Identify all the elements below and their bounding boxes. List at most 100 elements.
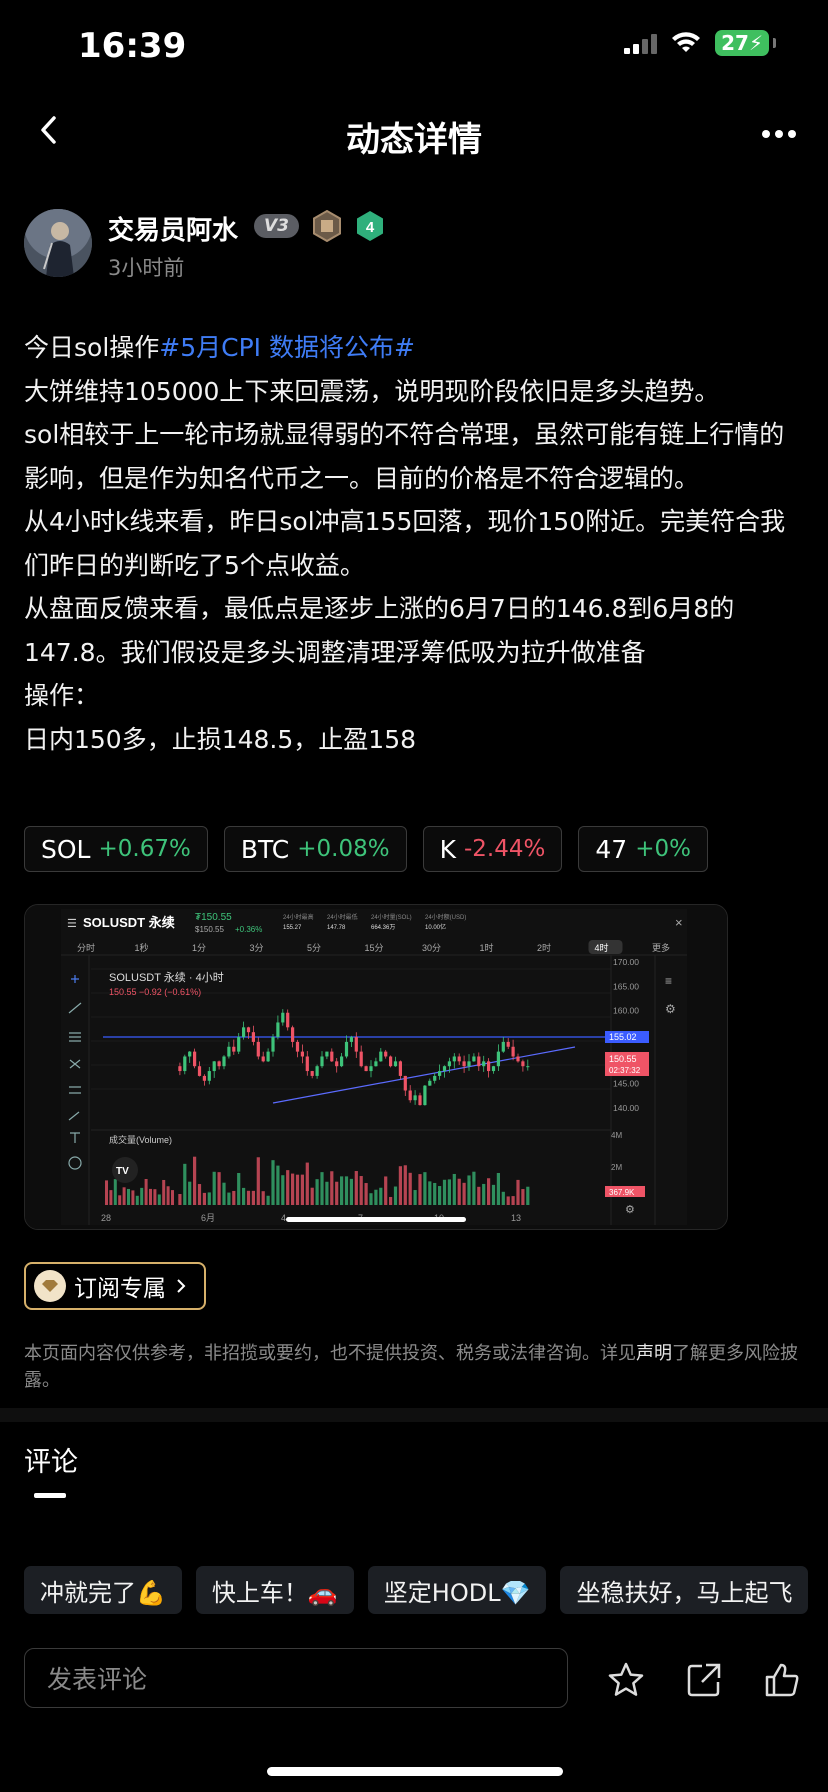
vip-badge: V3 — [254, 214, 299, 238]
volume-bar — [183, 1163, 187, 1205]
subscribe-label: 订阅专属 — [74, 1276, 166, 1302]
candle-body — [335, 1061, 339, 1067]
battery-icon: 27 ⚡ — [715, 30, 769, 56]
candle-body — [330, 1051, 334, 1062]
volume-bar — [354, 1171, 358, 1205]
y-tick-label: 165.00 — [613, 981, 639, 991]
volume-bar — [118, 1195, 122, 1205]
volume-bar — [197, 1184, 202, 1205]
ticker-chip-sol[interactable]: SOL +0.67% — [24, 826, 208, 872]
candle-body — [232, 1046, 236, 1052]
volume-bar — [364, 1183, 368, 1205]
volume-bar — [452, 1173, 456, 1205]
candle-body — [364, 1066, 368, 1072]
volume-bar — [325, 1181, 329, 1205]
quick-reply[interactable]: 冲就完了💪 — [24, 1566, 182, 1614]
y-tick-label: 160.00 — [613, 1006, 639, 1016]
candle-body — [491, 1066, 496, 1072]
volume-bar — [379, 1187, 383, 1205]
thumbs-up-icon[interactable] — [762, 1660, 802, 1700]
candle-body — [501, 1041, 505, 1052]
disclaimer-link[interactable]: 声明 — [636, 1343, 672, 1364]
star-icon[interactable] — [606, 1660, 646, 1700]
candle-body — [227, 1046, 231, 1057]
tab-underline — [34, 1493, 66, 1498]
volume-bar — [320, 1172, 324, 1205]
candle-body — [447, 1061, 451, 1067]
volume-bar — [157, 1194, 161, 1205]
ticker-change: +0.08% — [297, 836, 390, 862]
candle-body — [496, 1051, 500, 1067]
topic-link[interactable]: #5月CPI 数据将公布# — [159, 333, 415, 362]
candle-body — [457, 1056, 461, 1062]
share-icon[interactable] — [684, 1660, 724, 1700]
comments-tab[interactable]: 评论 — [24, 1440, 78, 1479]
post-paragraph: 日内150多，止损148.5，止盈158 — [24, 724, 417, 754]
x-tick-label: 6月 — [201, 1213, 215, 1223]
candle-body — [521, 1061, 525, 1067]
candle-body — [202, 1075, 206, 1081]
candle-body — [487, 1061, 491, 1072]
volume-bar — [105, 1180, 108, 1205]
volume-bar — [222, 1182, 226, 1205]
candle-body — [178, 1066, 182, 1072]
candle-body — [315, 1066, 319, 1076]
quick-replies: 冲就完了💪 快上车！🚗 坚定HODL💎 坐稳扶好，马上起飞 — [24, 1566, 809, 1614]
volume-bar — [438, 1186, 442, 1205]
candle-body — [359, 1051, 363, 1067]
volume-bar — [491, 1184, 496, 1205]
volume-bar — [276, 1165, 280, 1205]
volume-bar — [153, 1189, 157, 1205]
volume-bar — [403, 1165, 407, 1205]
post-content: 今日sol操作#5月CPI 数据将公布# 大饼维持105000上下来回震荡，说明… — [24, 326, 804, 761]
quick-reply[interactable]: 坚定HODL💎 — [367, 1566, 547, 1614]
timeframe-tab: 1时 — [480, 942, 494, 953]
candle-body — [403, 1075, 407, 1091]
avatar[interactable] — [24, 209, 92, 277]
chart-stat-label: 24小时额(USD) — [425, 913, 466, 921]
chart-stat-label: 24小时最高 — [283, 913, 314, 921]
volume-bar — [207, 1192, 211, 1205]
section-divider — [0, 1408, 828, 1422]
vol-tick: 2M — [611, 1163, 622, 1172]
candle-body — [354, 1037, 358, 1052]
volume-bar — [202, 1192, 206, 1205]
comment-input[interactable]: 发表评论 — [24, 1648, 568, 1708]
cellular-signal-icon — [624, 32, 658, 54]
volume-bar — [393, 1186, 398, 1205]
chart-price-change: +0.36% — [235, 925, 262, 934]
volume-bar — [122, 1187, 126, 1205]
volume-bar — [217, 1172, 221, 1205]
timeframe-tab: 15分 — [365, 943, 384, 953]
author-name[interactable]: 交易员阿水 — [108, 210, 238, 247]
ticker-chips: SOL +0.67% BTC +0.08% K -2.44% 47 +0% — [24, 826, 708, 872]
vol-tick: 4M — [611, 1131, 622, 1140]
candle-body — [393, 1061, 398, 1067]
candle-body — [511, 1046, 515, 1057]
volume-bar — [266, 1195, 270, 1205]
chart-image[interactable]: ☰ SOLUSDT 永续 ₮150.55 $150.55 +0.36% 24小时… — [24, 904, 728, 1230]
subscribe-button[interactable]: 订阅专属 — [24, 1262, 206, 1310]
volume-bar — [127, 1188, 130, 1205]
ticker-chip-47[interactable]: 47 +0% — [578, 826, 708, 872]
chart-stat-label: 24小时最低 — [327, 913, 358, 921]
volume-bar — [315, 1179, 319, 1205]
more-options-icon[interactable] — [762, 130, 796, 138]
volume-bar — [113, 1179, 117, 1205]
candle-body — [452, 1056, 456, 1062]
countdown-tag: 02:37:32 — [609, 1066, 641, 1075]
status-icons: 27 ⚡ — [624, 30, 776, 56]
candle-body — [418, 1095, 422, 1106]
quick-reply[interactable]: 坐稳扶好，马上起飞 — [560, 1566, 809, 1614]
candle-body — [423, 1085, 427, 1106]
volume-bar — [384, 1176, 388, 1205]
ticker-chip-k[interactable]: K -2.44% — [422, 826, 563, 872]
volume-bar — [131, 1190, 135, 1205]
chart-price: ₮150.55 — [195, 912, 232, 923]
volume-bar — [149, 1188, 152, 1205]
ticker-chip-btc[interactable]: BTC +0.08% — [223, 826, 407, 872]
volume-bar — [212, 1171, 216, 1205]
quick-reply[interactable]: 快上车！🚗 — [195, 1566, 354, 1614]
volume-bar — [335, 1181, 339, 1205]
disclaimer: 本页面内容仅供参考，非招揽或要约，也不提供投资、税务或法律咨询。详见声明了解更多… — [24, 1340, 804, 1394]
